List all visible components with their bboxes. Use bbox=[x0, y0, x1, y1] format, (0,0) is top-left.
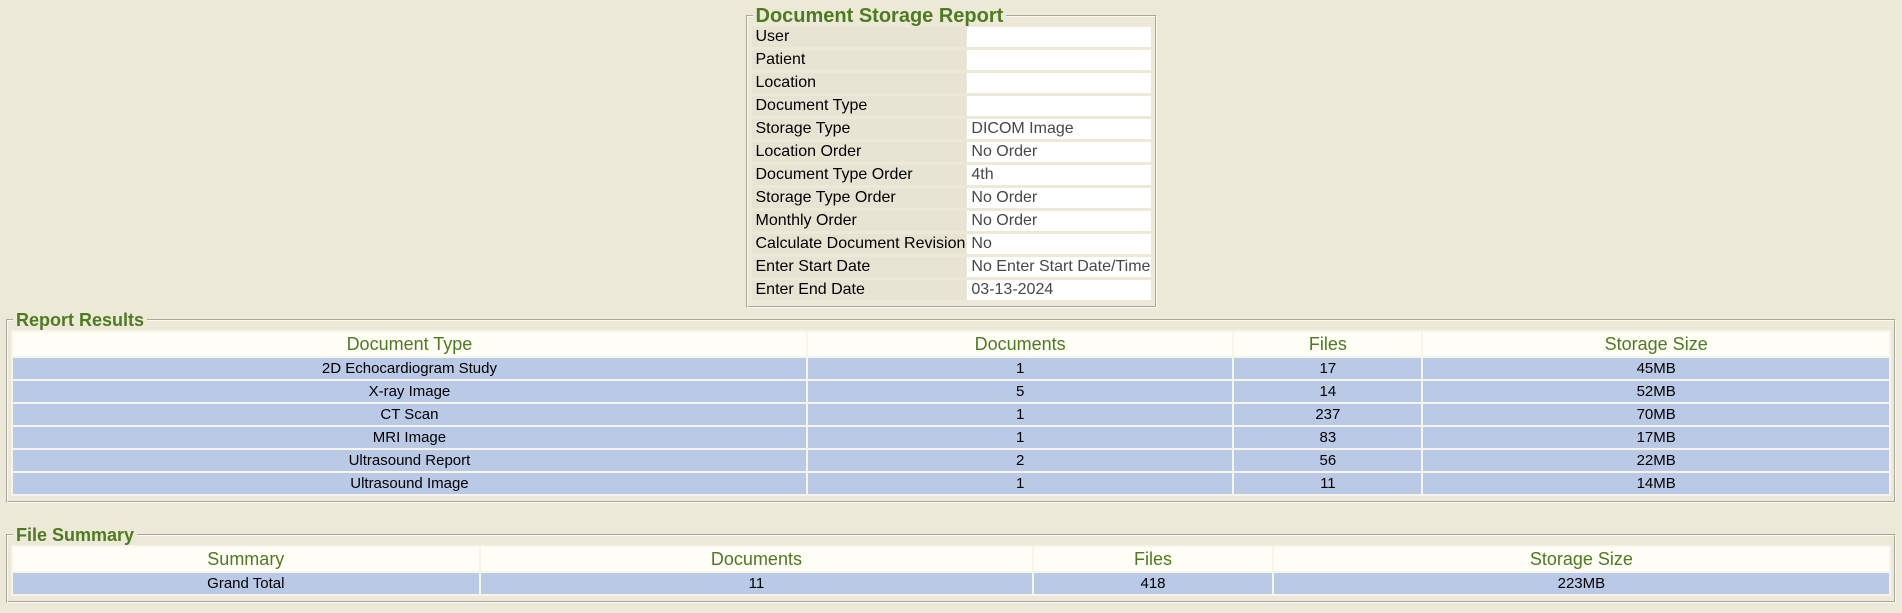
form-label-patient: Patient bbox=[752, 50, 967, 70]
form-label-document-type-order: Document Type Order bbox=[752, 165, 967, 185]
cell-document-type: Ultrasound Image bbox=[13, 473, 806, 494]
form-value-enter-end-date: 03-13-2024 bbox=[967, 280, 1150, 300]
cell-document-type: Ultrasound Report bbox=[13, 450, 806, 471]
report-parameters-table: User Patient Location Document Type Stor… bbox=[751, 24, 1152, 303]
form-value-location-order: No Order bbox=[967, 142, 1150, 162]
form-label-enter-end-date: Enter End Date bbox=[752, 280, 967, 300]
cell-files: 83 bbox=[1234, 427, 1421, 448]
cell-documents: 1 bbox=[808, 473, 1232, 494]
cell-files: 17 bbox=[1234, 358, 1421, 379]
form-row-location-order: Location Order No Order bbox=[752, 142, 1151, 162]
column-header-document-type: Document Type bbox=[13, 332, 806, 356]
form-value-user bbox=[967, 27, 1150, 47]
cell-files: 14 bbox=[1234, 381, 1421, 402]
cell-storage-size: 45MB bbox=[1423, 358, 1889, 379]
form-value-enter-start-date: No Enter Start Date/Time bbox=[967, 257, 1150, 277]
form-value-monthly-order: No Order bbox=[967, 211, 1150, 231]
page-title: Document Storage Report bbox=[753, 6, 1007, 26]
form-value-storage-type: DICOM Image bbox=[967, 119, 1150, 139]
form-value-location bbox=[967, 73, 1150, 93]
form-label-location: Location bbox=[752, 73, 967, 93]
column-header-summary: Summary bbox=[13, 547, 479, 571]
document-storage-report-form: Document Storage Report User Patient Loc… bbox=[746, 6, 1157, 308]
report-results-legend: Report Results bbox=[13, 310, 147, 330]
form-label-calculate-document-revision: Calculate Document Revision bbox=[752, 234, 967, 254]
cell-document-type: X-ray Image bbox=[13, 381, 806, 402]
column-header-storage-size: Storage Size bbox=[1423, 332, 1889, 356]
cell-files: 56 bbox=[1234, 450, 1421, 471]
column-header-documents: Documents bbox=[481, 547, 1033, 571]
form-value-storage-type-order: No Order bbox=[967, 188, 1150, 208]
column-header-documents: Documents bbox=[808, 332, 1232, 356]
form-row-location: Location bbox=[752, 73, 1151, 93]
form-value-document-type-order: 4th bbox=[967, 165, 1150, 185]
column-header-storage-size: Storage Size bbox=[1274, 547, 1889, 571]
form-label-storage-type-order: Storage Type Order bbox=[752, 188, 967, 208]
form-row-patient: Patient bbox=[752, 50, 1151, 70]
cell-document-type: CT Scan bbox=[13, 404, 806, 425]
column-header-files: Files bbox=[1234, 332, 1421, 356]
table-row: Ultrasound Image 1 11 14MB bbox=[13, 473, 1889, 494]
file-summary-section: File Summary Summary Documents Files Sto… bbox=[6, 525, 1896, 603]
file-summary-header-row: Summary Documents Files Storage Size bbox=[13, 547, 1889, 571]
table-row: X-ray Image 5 14 52MB bbox=[13, 381, 1889, 402]
cell-storage-size: 52MB bbox=[1423, 381, 1889, 402]
cell-documents: 5 bbox=[808, 381, 1232, 402]
form-label-monthly-order: Monthly Order bbox=[752, 211, 967, 231]
file-summary-table: Summary Documents Files Storage Size Gra… bbox=[11, 545, 1891, 596]
cell-documents: 1 bbox=[808, 404, 1232, 425]
cell-files: 11 bbox=[1234, 473, 1421, 494]
form-row-user: User bbox=[752, 27, 1151, 47]
cell-storage-size: 14MB bbox=[1423, 473, 1889, 494]
table-row: CT Scan 1 237 70MB bbox=[13, 404, 1889, 425]
form-value-patient bbox=[967, 50, 1150, 70]
cell-storage-size: 17MB bbox=[1423, 427, 1889, 448]
form-label-document-type: Document Type bbox=[752, 96, 967, 116]
form-label-storage-type: Storage Type bbox=[752, 119, 967, 139]
form-row-storage-type-order: Storage Type Order No Order bbox=[752, 188, 1151, 208]
form-label-user: User bbox=[752, 27, 967, 47]
cell-storage-size: 223MB bbox=[1274, 573, 1889, 594]
form-row-storage-type: Storage Type DICOM Image bbox=[752, 119, 1151, 139]
cell-files: 237 bbox=[1234, 404, 1421, 425]
form-row-enter-end-date: Enter End Date 03-13-2024 bbox=[752, 280, 1151, 300]
cell-document-type: 2D Echocardiogram Study bbox=[13, 358, 806, 379]
form-row-document-type-order: Document Type Order 4th bbox=[752, 165, 1151, 185]
cell-files: 418 bbox=[1034, 573, 1271, 594]
form-row-calculate-document-revision: Calculate Document Revision No bbox=[752, 234, 1151, 254]
cell-summary: Grand Total bbox=[13, 573, 479, 594]
cell-documents: 1 bbox=[808, 427, 1232, 448]
report-results-table: Document Type Documents Files Storage Si… bbox=[11, 330, 1891, 496]
cell-storage-size: 70MB bbox=[1423, 404, 1889, 425]
form-row-enter-start-date: Enter Start Date No Enter Start Date/Tim… bbox=[752, 257, 1151, 277]
cell-documents: 11 bbox=[481, 573, 1033, 594]
column-header-files: Files bbox=[1034, 547, 1271, 571]
cell-documents: 2 bbox=[808, 450, 1232, 471]
form-row-monthly-order: Monthly Order No Order bbox=[752, 211, 1151, 231]
table-row: Ultrasound Report 2 56 22MB bbox=[13, 450, 1889, 471]
table-row: 2D Echocardiogram Study 1 17 45MB bbox=[13, 358, 1889, 379]
file-summary-legend: File Summary bbox=[13, 525, 137, 545]
table-row: MRI Image 1 83 17MB bbox=[13, 427, 1889, 448]
form-label-location-order: Location Order bbox=[752, 142, 967, 162]
cell-storage-size: 22MB bbox=[1423, 450, 1889, 471]
report-results-header-row: Document Type Documents Files Storage Si… bbox=[13, 332, 1889, 356]
form-value-document-type bbox=[967, 96, 1150, 116]
form-row-document-type: Document Type bbox=[752, 96, 1151, 116]
cell-documents: 1 bbox=[808, 358, 1232, 379]
form-value-calculate-document-revision: No bbox=[967, 234, 1150, 254]
report-results-section: Report Results Document Type Documents F… bbox=[6, 310, 1896, 503]
grand-total-row: Grand Total 11 418 223MB bbox=[13, 573, 1889, 594]
form-label-enter-start-date: Enter Start Date bbox=[752, 257, 967, 277]
cell-document-type: MRI Image bbox=[13, 427, 806, 448]
